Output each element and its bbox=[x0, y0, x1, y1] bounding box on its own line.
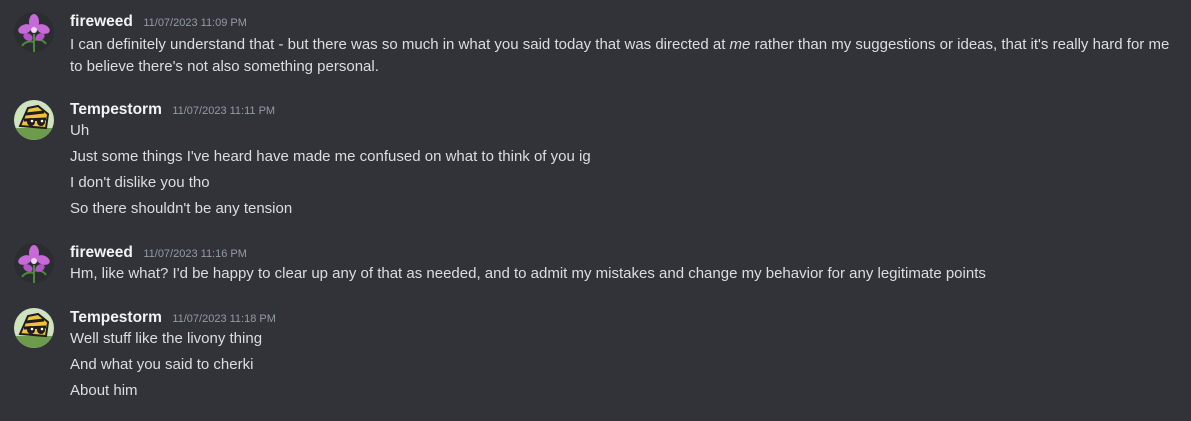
message-text: About him bbox=[70, 382, 138, 399]
message-text: I can definitely understand that - but t… bbox=[70, 34, 1180, 78]
username[interactable]: fireweed bbox=[70, 13, 133, 30]
fireweed-flower-icon bbox=[14, 243, 54, 283]
avatar[interactable] bbox=[14, 308, 54, 348]
timestamp[interactable]: 11/07/2023 11:16 PM bbox=[143, 248, 247, 260]
message-text-emphasis: me bbox=[729, 36, 751, 53]
message-header: fireweed 11/07/2023 11:16 PM bbox=[70, 243, 247, 263]
avatar[interactable] bbox=[14, 12, 54, 52]
fireweed-flower-icon bbox=[14, 12, 54, 52]
message-text: Just some things I've heard have made me… bbox=[70, 148, 591, 165]
message-text: Uh bbox=[70, 122, 90, 139]
message-text: And what you said to cherki bbox=[70, 356, 254, 373]
message-text: Hm, like what? I'd be happy to clear up … bbox=[70, 265, 986, 282]
message-text-part: I can definitely understand that - but t… bbox=[70, 36, 730, 53]
username[interactable]: fireweed bbox=[70, 244, 133, 261]
message-header: Tempestorm 11/07/2023 11:11 PM bbox=[70, 100, 275, 120]
timestamp[interactable]: 11/07/2023 11:11 PM bbox=[172, 105, 275, 117]
tempestorm-avatar-icon bbox=[14, 100, 54, 140]
message-header: fireweed 11/07/2023 11:09 PM bbox=[70, 12, 247, 32]
message-text: I don't dislike you tho bbox=[70, 174, 210, 191]
message-text: So there shouldn't be any tension bbox=[70, 200, 293, 217]
avatar[interactable] bbox=[14, 100, 54, 140]
message-text: Well stuff like the livony thing bbox=[70, 330, 263, 347]
username[interactable]: Tempestorm bbox=[70, 101, 162, 118]
timestamp[interactable]: 11/07/2023 11:18 PM bbox=[172, 313, 276, 325]
avatar[interactable] bbox=[14, 243, 54, 283]
message-header: Tempestorm 11/07/2023 11:18 PM bbox=[70, 308, 276, 328]
tempestorm-avatar-icon bbox=[14, 308, 54, 348]
username[interactable]: Tempestorm bbox=[70, 309, 162, 326]
timestamp[interactable]: 11/07/2023 11:09 PM bbox=[143, 17, 247, 29]
